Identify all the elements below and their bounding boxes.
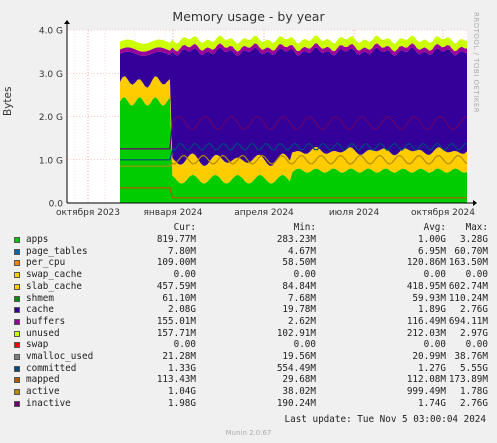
legend-swatch	[14, 248, 20, 255]
legend-header-max: Max:	[465, 222, 488, 233]
legend-swatch	[14, 318, 20, 325]
legend-swatch	[14, 283, 20, 290]
legend-min-value: 19.56M	[282, 351, 316, 362]
legend-swatch	[14, 330, 20, 337]
legend-series-name: cache	[26, 304, 54, 316]
y-tick-label: 1.0 G	[39, 156, 63, 166]
legend-swatch	[14, 365, 20, 372]
legend-swatch	[14, 272, 20, 279]
plot-area: 0.01.0 G2.0 G3.0 G4.0 Gоктября 2023 январ…	[39, 20, 477, 218]
legend-cur-value: 1.04G	[168, 386, 196, 398]
legend-cur-value: 0.00	[173, 269, 196, 281]
legend-max-value: 2.76G	[460, 397, 488, 409]
legend-swatch	[14, 377, 20, 384]
legend-min-value: 19.78M	[282, 304, 316, 316]
legend-cur-value: 157.71M	[156, 327, 196, 339]
legend-min-value: 38.02M	[282, 386, 316, 398]
legend-max-value: 110.24M	[448, 292, 488, 304]
x-tick-label: января 2024	[143, 208, 202, 218]
legend-cur-value: 457.59M	[156, 280, 196, 292]
legend-min-value: 0.00	[293, 269, 316, 281]
x-tick-label: октября 2024	[411, 208, 475, 218]
legend-max-value: 694.11M	[448, 315, 488, 327]
legend-swatch	[14, 295, 20, 302]
legend-max-value: 1.78G	[460, 386, 488, 398]
legend-max-value: 38.76M	[454, 351, 488, 362]
legend-header-min: Min:	[293, 222, 316, 233]
legend-max-value: 0.00	[465, 339, 488, 351]
legend-header-cur: Cur:	[173, 222, 196, 233]
legend-min-value: 58.50M	[282, 257, 316, 269]
legend-min-value: 283.23M	[276, 234, 316, 245]
legend-series-name: apps	[26, 234, 49, 245]
legend-cur-value: 0.00	[173, 339, 196, 351]
legend-series-name: swap_cache	[26, 269, 82, 281]
legend-min-value: 554.49M	[276, 362, 316, 374]
legend-min-value: 7.68M	[288, 292, 316, 304]
y-tick-label: 2.0 G	[39, 113, 63, 123]
legend-max-value: 602.74M	[448, 280, 488, 292]
legend-series-name: swap	[26, 339, 49, 351]
legend-min-value: 84.84M	[282, 280, 316, 292]
legend-series-name: inactive	[26, 397, 71, 409]
legend-min-value: 0.00	[293, 339, 316, 351]
legend-cur-value: 2.08G	[168, 304, 196, 316]
legend-series-name: active	[26, 386, 60, 398]
x-tick-label: июля 2024	[329, 208, 380, 218]
x-tick-label: апреля 2024	[234, 208, 294, 218]
legend-max-value: 0.00	[465, 269, 488, 281]
legend-series-name: mapped	[26, 374, 60, 386]
legend-swatch	[14, 389, 20, 396]
munin-version: Munin 2.0.67	[225, 429, 272, 437]
y-axis-arrow	[64, 20, 70, 24]
legend-cur-value: 1.33G	[168, 362, 196, 374]
legend-series-name: unused	[26, 327, 60, 339]
legend-swatch	[14, 400, 20, 407]
y-tick-label: 4.0 G	[39, 27, 63, 37]
legend-min-value: 29.68M	[282, 374, 316, 386]
legend-min-value: 4.67M	[288, 245, 316, 257]
y-tick-label: 3.0 G	[39, 70, 63, 80]
legend-series-name: per_cpu	[26, 257, 66, 269]
legend-swatch	[14, 237, 20, 243]
legend-cur-value: 155.01M	[156, 315, 196, 327]
legend-cur-value: 1.98G	[168, 397, 196, 409]
memory-chart: Memory usage - by year Bytes RRDTOOL / T…	[0, 0, 497, 443]
x-axis-arrow	[473, 200, 477, 206]
legend-max-value: 5.55G	[460, 362, 488, 374]
legend-min-value: 2.62M	[288, 315, 316, 327]
legend-series-name: page_tables	[26, 245, 88, 257]
last-update: Last update: Tue Nov 5 03:00:04 2024	[284, 414, 487, 425]
legend-swatch	[14, 307, 20, 314]
legend-max-value: 2.97G	[460, 327, 488, 339]
legend-cur-value: 7.80M	[168, 245, 196, 257]
legend-max-value: 163.50M	[448, 257, 488, 269]
legend-series-name: buffers	[26, 315, 66, 327]
legend-cur-value: 21.28M	[162, 351, 196, 362]
legend-cur-value: 109.00M	[156, 257, 196, 269]
legend-min-value: 102.91M	[276, 327, 316, 339]
legend-series-name: slab_cache	[26, 280, 82, 292]
legend-series-name: committed	[26, 362, 77, 374]
legend-max-value: 2.76G	[460, 304, 488, 316]
legend-max-value: 173.89M	[448, 374, 488, 386]
x-tick-label: октября 2023	[56, 208, 120, 218]
legend-min-value: 190.24M	[276, 397, 316, 409]
legend-series-name: shmem	[26, 292, 54, 304]
legend-swatch	[14, 260, 20, 267]
legend-cur-value: 61.10M	[162, 292, 196, 304]
legend-max-value: 3.28G	[460, 234, 488, 245]
legend-series-name: vmalloc_used	[26, 351, 94, 362]
legend-cur-value: 819.77M	[156, 234, 196, 245]
legend-max-value: 60.70M	[454, 245, 488, 257]
legend-cur-value: 113.43M	[156, 374, 196, 386]
legend-swatch	[14, 342, 20, 349]
legend-swatch	[14, 354, 20, 360]
